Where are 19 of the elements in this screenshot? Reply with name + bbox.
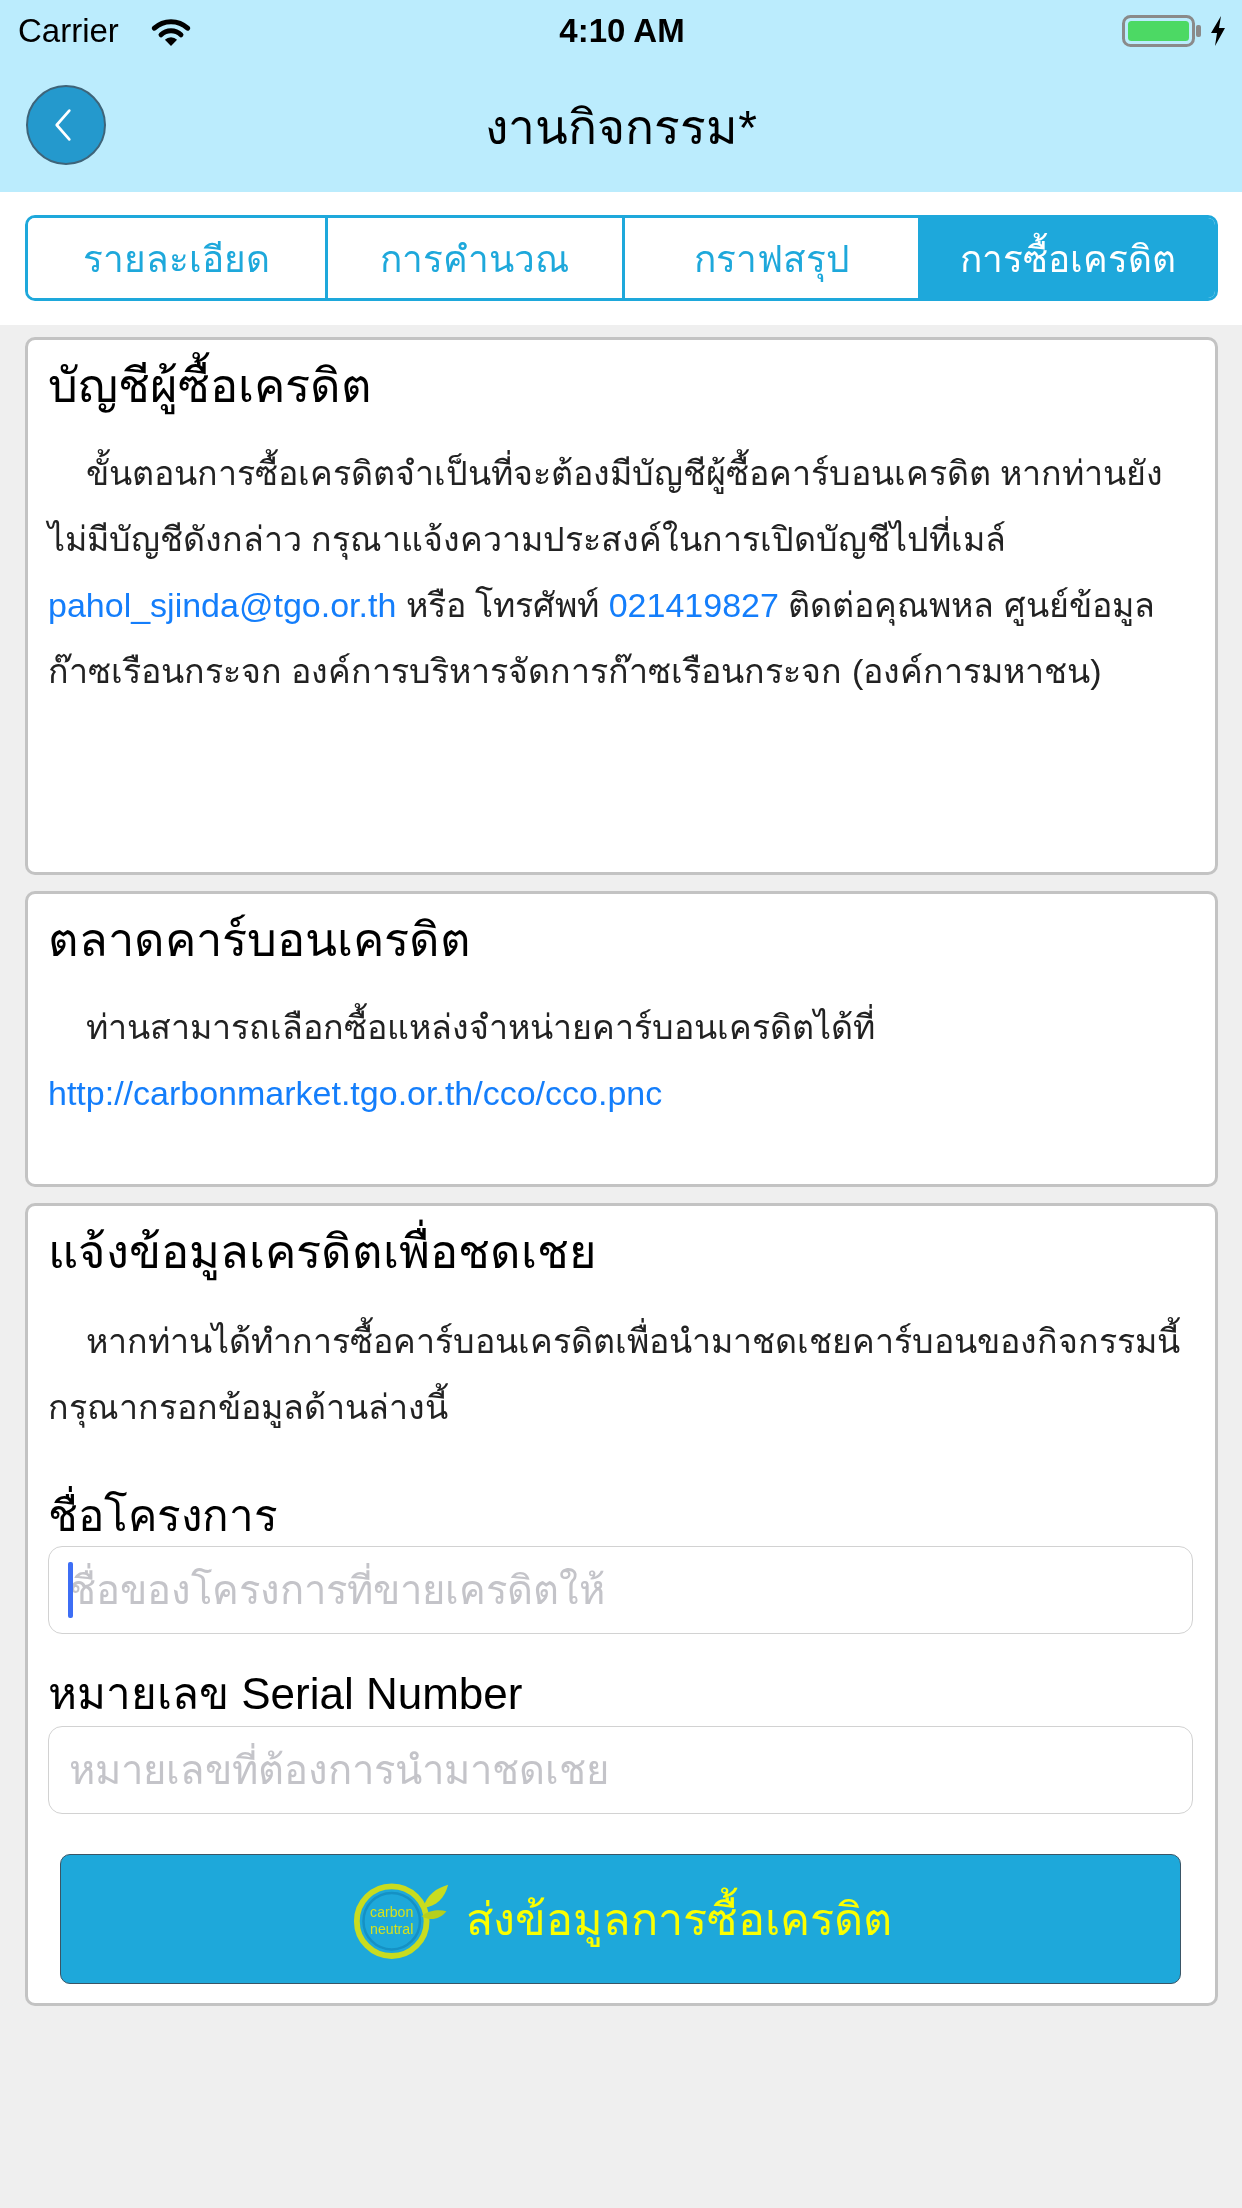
submit-button[interactable]: carbon neutral ส่งข้อมูลการซื้อเครดิต (60, 1854, 1181, 1984)
battery-icon (1122, 15, 1202, 47)
input-field[interactable]: หมายเลขที่ต้องการนำมาชดเชย (48, 1726, 1193, 1814)
link[interactable]: pahol_sjinda@tgo.or.th (48, 586, 397, 624)
chevron-left-icon (54, 108, 72, 142)
section-title: ตลาดคาร์บอนเครดิต (48, 912, 472, 968)
tab[interactable]: การซื้อเครดิต (918, 218, 1215, 298)
field-label: ชื่อโครงการ (48, 1486, 1193, 1546)
charging-bolt-icon (1210, 16, 1226, 46)
paragraph: ขั้นตอนการซื้อเครดิตจำเป็นที่จะต้องมีบัญชีผู้ซื้อคาร์บอนเครดิต หากท่านยังไม่มีบัญชีดังกล่าว กรุณาแจ้งความประสงค์ในการเปิดบัญชีไปที่เมล์ pahol_sjinda@tgo.or.th หรือ โทรศัพท์ 021419827 ติดต่อคุณพหล ศูนย์ข้อมูลก๊าซเรือนกระจก องค์การบริหารจัดการก๊าซเรือนกระจก (องค์การมหาชน) (48, 440, 1193, 704)
input-field[interactable]: ชื่อของโครงการที่ขายเครดิตให้ (48, 1546, 1193, 1634)
paragraph: หากท่านได้ทำการซื้อคาร์บอนเครดิตเพื่อนำมาชดเชยคาร์บอนของกิจกรรมนี้กรุณากรอกข้อมูลด้านล่างนี้ (48, 1308, 1193, 1440)
paragraph: ท่านสามารถเลือกซื้อแหล่งจำหน่ายคาร์บอนเครดิตได้ที่ http://carbonmarket.tgo.or.th/cco/cco.pnc (48, 994, 1193, 1126)
field-label: หมายเลข Serial Number (48, 1668, 524, 1720)
status-time: 4:10 AM (559, 12, 685, 50)
page-title: งานกิจกรรม* (484, 100, 758, 156)
link[interactable]: 021419827 (608, 586, 779, 624)
link[interactable]: http://carbonmarket.tgo.or.th/cco/cco.pnc (48, 1074, 663, 1112)
carrier-name: Carrier (18, 12, 119, 50)
